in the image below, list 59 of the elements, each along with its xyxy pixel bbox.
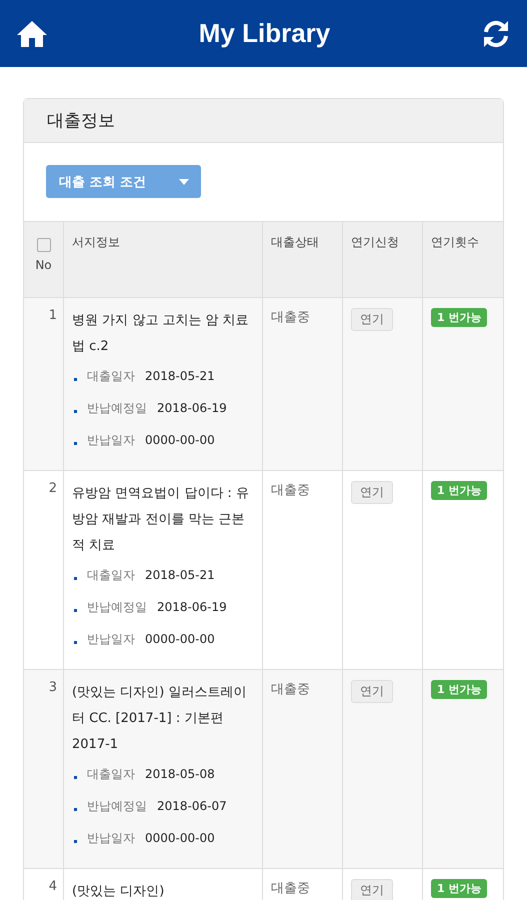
- column-header: 대출상태: [271, 235, 319, 249]
- column-header: 서지정보: [72, 235, 120, 249]
- bullet-icon: [74, 410, 77, 412]
- date-value: 2018-06-07: [157, 799, 227, 813]
- date-value: 2018-05-08: [145, 767, 215, 781]
- date-value: 0000-00-00: [145, 632, 215, 646]
- date-label: 반납예정일: [87, 798, 147, 814]
- date-label: 반납일자: [87, 630, 135, 648]
- bullet-icon: [74, 378, 77, 380]
- book-title[interactable]: 병원 가지 않고 고치는 암 치료법 c.2: [72, 308, 254, 360]
- row-number: 1: [48, 308, 57, 323]
- select-all-checkbox[interactable]: [36, 238, 50, 252]
- renewal-count-badge: 1 번가능: [431, 879, 488, 898]
- bullet-icon: [74, 776, 77, 778]
- renewal-count-badge: 1 번가능: [431, 308, 488, 327]
- bullet-icon: [74, 640, 77, 644]
- caret-icon: [179, 178, 189, 184]
- date-value: 0000-00-00: [145, 831, 215, 845]
- date-value: 2018-05-21: [145, 568, 215, 582]
- column-header: No: [35, 258, 52, 272]
- extend-button[interactable]: 연기: [351, 481, 393, 504]
- renewal-count-badge: 1 번가능: [431, 680, 488, 699]
- row-number: 2: [48, 481, 57, 496]
- book-title[interactable]: (맛있는 디자인): [72, 879, 254, 900]
- column-header: 연기횟수: [431, 235, 479, 249]
- column-header: 연기신청: [351, 235, 399, 249]
- extend-button[interactable]: 연기: [351, 879, 393, 900]
- renewal-count-badge: 1 번가능: [431, 481, 488, 500]
- row-number: 4: [48, 879, 57, 894]
- bullet-icon: [74, 442, 77, 444]
- loan-status: 대출중: [271, 483, 310, 498]
- loan-status: 대출중: [271, 682, 310, 697]
- book-title[interactable]: (맛있는 디자인) 일러스트레이터 CC. [2017-1] : 기본편 2017-1: [72, 680, 254, 758]
- date-value: 2018-06-19: [157, 401, 227, 415]
- home-icon[interactable]: [16, 20, 48, 48]
- app-title: My Library: [198, 18, 330, 49]
- date-label: 대출일자: [87, 766, 135, 782]
- date-label: 반납일자: [87, 830, 135, 846]
- loan-status: 대출중: [271, 310, 310, 325]
- book-title[interactable]: 유방암 면역요법이 답이다 : 유방암 재발과 전이를 막는 근본적 치료: [72, 481, 254, 559]
- loan-status: 대출중: [271, 881, 310, 896]
- bullet-icon: [74, 808, 77, 810]
- extend-button[interactable]: 연기: [351, 680, 393, 703]
- extend-button[interactable]: 연기: [351, 308, 393, 331]
- bullet-icon: [74, 576, 77, 580]
- bullet-icon: [74, 608, 77, 612]
- refresh-icon[interactable]: [481, 18, 511, 48]
- date-value: 2018-06-19: [157, 600, 227, 614]
- panel-title: 대출정보: [47, 110, 115, 132]
- date-label: 대출일자: [87, 566, 135, 584]
- row-number: 3: [48, 680, 57, 695]
- date-label: 반납예정일: [87, 598, 147, 616]
- date-label: 반납예정일: [87, 400, 147, 416]
- bullet-icon: [74, 840, 77, 842]
- date-value: 2018-05-21: [145, 369, 215, 383]
- date-value: 0000-00-00: [145, 433, 215, 447]
- filter-dropdown-button[interactable]: 대출 조회 조건: [46, 165, 201, 198]
- date-label: 대출일자: [87, 368, 135, 384]
- date-label: 반납일자: [87, 432, 135, 448]
